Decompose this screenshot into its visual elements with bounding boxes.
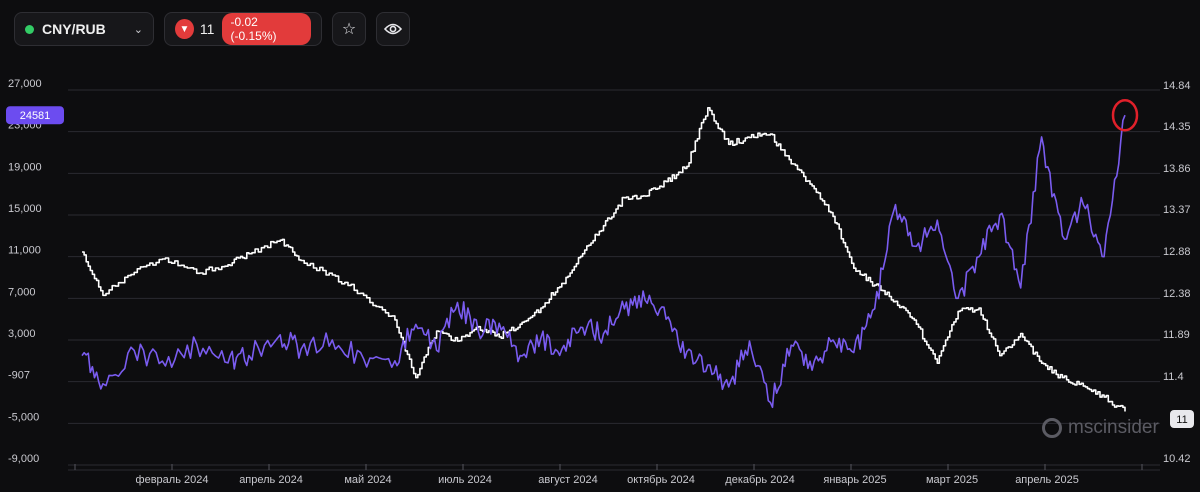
x-tick-label: февраль 2024 (136, 474, 209, 486)
right-value-marker-label: 11 (1176, 414, 1187, 426)
right-tick-label: 13.37 (1163, 204, 1191, 216)
right-tick-label: 14.84 (1163, 80, 1191, 92)
left-tick-label: -9,000 (8, 453, 39, 465)
left-value-marker-label: 24581 (20, 110, 51, 122)
left-tick-label: 27,000 (8, 78, 42, 90)
x-tick-label: май 2024 (344, 474, 391, 486)
white-series-line (82, 107, 1126, 412)
left-tick-label: 3,000 (8, 328, 36, 340)
highlight-circle (1111, 98, 1139, 132)
price-chart: 27,00023,00019,00015,00011,0007,0003,000… (6, 78, 1194, 486)
right-tick-label: 12.88 (1163, 246, 1191, 258)
x-tick-label: июль 2024 (438, 474, 492, 486)
chart-area: 27,000 23,000 19,000 15,000 11,000 7,000 3,000… (0, 0, 1200, 487)
right-tick-label: 11.89 (1163, 329, 1190, 341)
x-tick-label: январь 2025 (823, 474, 886, 486)
left-tick-label: 19,000 (8, 161, 42, 173)
logo-icon (1042, 418, 1062, 438)
purple-series-line (81, 114, 1126, 409)
right-tick-label: 12.38 (1163, 288, 1191, 300)
x-tick-label: апрель 2025 (1015, 474, 1079, 486)
right-tick-label: 11.4 (1163, 371, 1184, 383)
watermark-text: mscinsider (1068, 417, 1159, 438)
right-tick-label: 13.86 (1163, 163, 1191, 175)
left-tick-label: 11,000 (8, 245, 41, 257)
x-tick-label: октябрь 2024 (627, 474, 695, 486)
left-tick-label: 7,000 (8, 286, 36, 298)
right-tick-label: 14.35 (1163, 121, 1191, 133)
watermark: mscinsider (1042, 417, 1159, 439)
x-tick-label: август 2024 (538, 474, 597, 486)
x-tick-label: апрель 2024 (239, 474, 303, 486)
x-tick-label: март 2025 (926, 474, 978, 486)
x-tick-label: декабрь 2024 (725, 474, 794, 486)
right-tick-label: 10.42 (1163, 453, 1191, 465)
left-tick-label: 15,000 (8, 203, 42, 215)
left-tick-label: -5,000 (8, 411, 39, 423)
left-tick-label: -907 (8, 370, 30, 382)
